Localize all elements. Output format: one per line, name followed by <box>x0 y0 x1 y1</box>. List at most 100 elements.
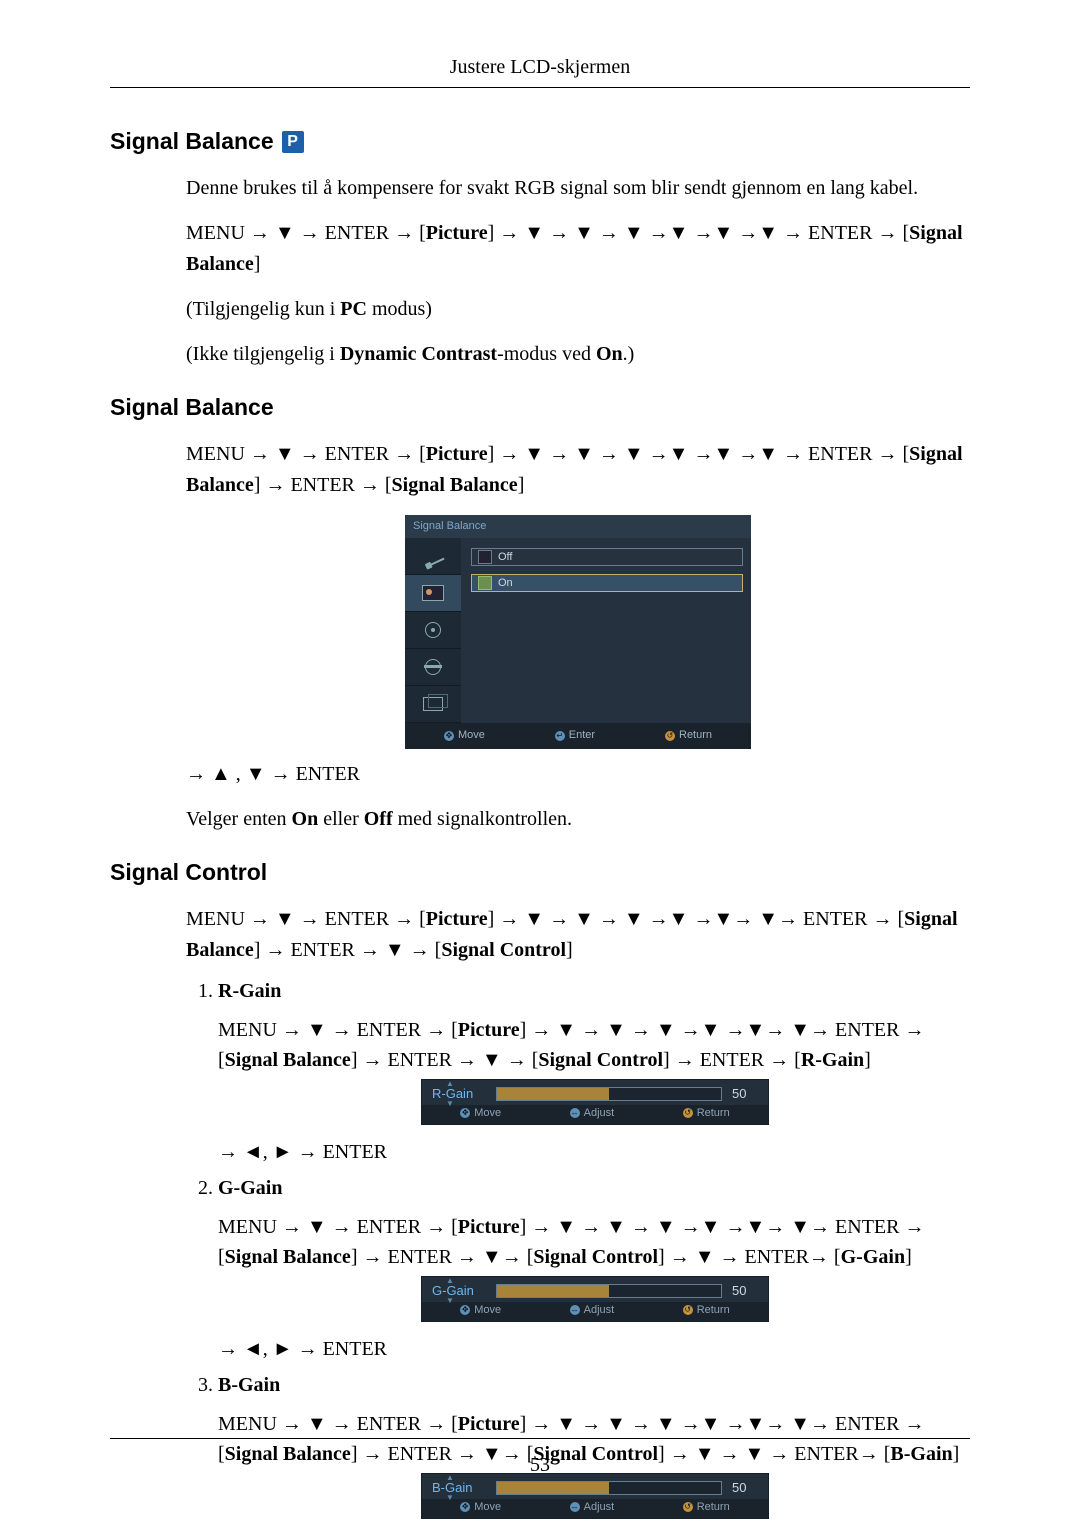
section-signal-control: Signal Control <box>110 859 970 886</box>
t: Picture <box>458 1413 520 1435</box>
t: Off <box>498 549 512 566</box>
slider-label: ▲ B-Gain ▼ <box>432 1480 486 1495</box>
availability-pc: (Tilgjengelig kun i PC modus) <box>186 294 970 325</box>
t: Off <box>364 808 393 830</box>
t: Move <box>474 1107 501 1119</box>
nav-lr-enter: → ◄, ► → ENTER <box>218 1137 970 1167</box>
nav-path-sb2: MENU → ▼ → ENTER → [Picture] → ▼ → ▼ → ▼… <box>186 439 970 501</box>
t: (Ikke tilgjengelig i <box>186 343 340 365</box>
list-item-g-gain: G-Gain MENU → ▼ → ENTER → [Picture] → ▼ … <box>218 1177 970 1364</box>
t: Enter <box>569 727 595 744</box>
g-gain-title: G-Gain <box>218 1177 282 1199</box>
nav-path-r-gain: MENU → ▼ → ENTER → [Picture] → ▼ → ▼ → ▼… <box>218 1015 970 1075</box>
choose-on-off: Velger enten On eller Off med signalkont… <box>186 804 970 835</box>
t: Signal Control <box>533 1246 658 1268</box>
page-number: 53 <box>0 1454 1080 1477</box>
t: ] <box>254 253 261 275</box>
signal-balance-desc: Denne brukes til å kompensere for svakt … <box>186 173 970 204</box>
t: Signal Control <box>538 1049 663 1071</box>
t: Return <box>697 1304 730 1316</box>
t: MENU → ▼ → ENTER → [ <box>218 1413 458 1435</box>
osd-option-off[interactable]: Off <box>471 548 743 566</box>
slider-track[interactable] <box>496 1481 722 1495</box>
t: Velger enten <box>186 808 292 830</box>
pc-mode-badge-icon: P <box>282 131 304 153</box>
t: ] → ENTER → ▼ → [ <box>351 1049 539 1071</box>
t: Adjust <box>584 1304 615 1316</box>
up-arrow-icon: ▲ <box>446 1079 454 1088</box>
nav-updown-enter: → ▲ , ▼ → ENTER <box>186 759 970 790</box>
t: ] <box>518 474 525 496</box>
t: ] → ▼ → ▼ → ▼ →▼ →▼ →▼ → ENTER → [ <box>488 443 910 465</box>
t: ] <box>864 1049 871 1071</box>
t: Return <box>697 1501 730 1513</box>
slider-value: 50 <box>732 1283 758 1298</box>
list-item-b-gain: B-Gain MENU → ▼ → ENTER → [Picture] → ▼ … <box>218 1374 970 1519</box>
header-rule <box>110 87 970 88</box>
osd-sidebar <box>405 538 461 723</box>
osd-tab-setup-icon[interactable] <box>405 649 461 686</box>
t: Return <box>697 1107 730 1119</box>
adjust-icon: ↔ <box>570 1108 580 1118</box>
t: .) <box>623 343 635 365</box>
slider-value: 50 <box>732 1086 758 1101</box>
nav-lr-enter: → ◄, ► → ENTER <box>218 1334 970 1364</box>
osd-option-on[interactable]: On <box>471 574 743 592</box>
t: MENU → ▼ → ENTER → [ <box>186 222 426 244</box>
t: Signal Balance <box>392 474 518 496</box>
r-gain-title: R-Gain <box>218 980 281 1002</box>
heading-text: Signal Balance <box>110 394 274 421</box>
section-signal-balance-intro: Signal Balance P <box>110 128 970 155</box>
t: med signalkontrollen. <box>393 808 572 830</box>
adjust-icon: ↔ <box>570 1305 580 1315</box>
osd-tab-picture-icon[interactable] <box>405 575 461 612</box>
joystick-icon: ✥ <box>444 731 454 741</box>
return-icon: ↺ <box>683 1305 693 1315</box>
down-arrow-icon: ▼ <box>446 1099 454 1108</box>
osd-b-gain-slider: ▲ B-Gain ▼ 50 ✥Move ↔Adjust ↺Return <box>421 1473 769 1519</box>
return-icon: ↺ <box>665 731 675 741</box>
t: MENU → ▼ → ENTER → [ <box>218 1216 458 1238</box>
t: ] → ▼ → ▼ → ▼ →▼ →▼ →▼ → ENTER → [ <box>488 222 910 244</box>
return-icon: ↺ <box>683 1108 693 1118</box>
joystick-icon: ✥ <box>460 1305 470 1315</box>
t: (Tilgjengelig kun i <box>186 298 340 320</box>
t: MENU → ▼ → ENTER → [ <box>186 908 426 930</box>
t: R-Gain <box>801 1049 864 1071</box>
t: Return <box>679 727 712 744</box>
up-arrow-icon: ▲ <box>446 1276 454 1285</box>
t: PC <box>340 298 367 320</box>
t: G-Gain <box>841 1246 905 1268</box>
t: modus) <box>367 298 432 320</box>
osd-title: Signal Balance <box>405 515 751 538</box>
slider-track[interactable] <box>496 1284 722 1298</box>
osd-tab-sound-icon[interactable] <box>405 612 461 649</box>
osd-footer: ✥Move ↔Adjust ↺Return <box>422 1499 768 1518</box>
t: Signal Control <box>441 939 566 961</box>
slider-label: ▲ G-Gain ▼ <box>432 1283 486 1298</box>
nav-path-sb1: MENU → ▼ → ENTER → [Picture] → ▼ → ▼ → ▼… <box>186 218 970 280</box>
down-arrow-icon: ▼ <box>446 1493 454 1502</box>
t: On <box>596 343 623 365</box>
list-item-r-gain: R-Gain MENU → ▼ → ENTER → [Picture] → ▼ … <box>218 980 970 1167</box>
slider-track[interactable] <box>496 1087 722 1101</box>
osd-r-gain-slider: ▲ R-Gain ▼ 50 ✥ Move ↔ Adjust ↺ Return <box>421 1079 769 1125</box>
osd-tab-multi-icon[interactable] <box>405 686 461 723</box>
t: On <box>292 808 319 830</box>
t: Picture <box>458 1019 520 1041</box>
heading-text: Signal Balance <box>110 128 274 155</box>
osd-footer: ✥ Move ↔ Adjust ↺ Return <box>422 1105 768 1124</box>
t: Adjust <box>584 1107 615 1119</box>
joystick-icon: ✥ <box>460 1108 470 1118</box>
osd-tab-input-icon[interactable] <box>405 538 461 575</box>
slider-label: ▲ R-Gain ▼ <box>432 1086 486 1101</box>
t: Picture <box>458 1216 520 1238</box>
t: Dynamic Contrast <box>340 343 497 365</box>
t: ] → ENTER → [ <box>663 1049 801 1071</box>
osd-footer: ✥Move ↔Adjust ↺Return <box>422 1302 768 1321</box>
footer-rule <box>110 1438 970 1439</box>
t: Move <box>458 727 485 744</box>
t: ] <box>566 939 573 961</box>
checkbox-icon <box>478 576 492 590</box>
osd-g-gain-slider: ▲ G-Gain ▼ 50 ✥Move ↔Adjust ↺Return <box>421 1276 769 1322</box>
